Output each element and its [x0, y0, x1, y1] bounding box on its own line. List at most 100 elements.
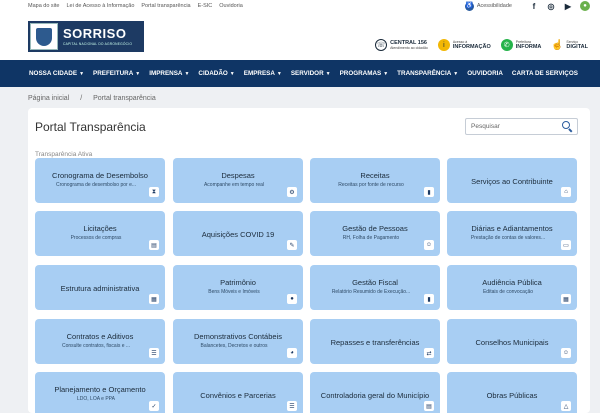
tile-title: Cronograma de Desembolso — [52, 171, 148, 180]
tile-subtitle: Processos de compras — [70, 235, 122, 241]
nav-item-servidor[interactable]: SERVIDOR ▼ — [291, 70, 331, 77]
tile-despesas[interactable]: Despesas Acompanhe em tempo real ⚙ — [173, 158, 303, 203]
logo-name: SORRISO — [63, 26, 127, 41]
nav-item-cidad-o[interactable]: CIDADÃO ▼ — [198, 70, 234, 77]
tile-title: Repasses e transferências — [330, 338, 420, 347]
tile-gestao-de-pessoas[interactable]: Gestão de Pessoas RH, Folha de Pagamento ☺ — [310, 211, 440, 256]
tile-title: Planejamento e Orçamento — [54, 385, 146, 394]
tile-title: Estrutura administrativa — [60, 284, 140, 293]
tile-planejamento-e-orcamento[interactable]: Planejamento e Orçamento LDO, LOA e PPA ✓ — [35, 372, 165, 413]
tile-title: Convênios e Parcerias — [200, 391, 276, 400]
tile-title: Contratos e Aditivos — [66, 332, 134, 341]
nav-item-prefeitura[interactable]: PREFEITURA ▼ — [93, 70, 140, 77]
money-icon: ▭ — [561, 240, 571, 250]
tile-title: Patrimônio — [220, 278, 256, 287]
tile-obras-publicas[interactable]: Obras Públicas △ — [447, 372, 577, 413]
tile-patrimonio[interactable]: Patrimônio Bens Móveis e Imóveis ● — [173, 265, 303, 310]
tile-receitas[interactable]: Receitas Receitas por fonte de recurso ▮ — [310, 158, 440, 203]
top-link-lai[interactable]: Lei de Acesso à Informação — [67, 3, 135, 9]
tile-licitacoes[interactable]: Licitações Processos de compras ▤ — [35, 211, 165, 256]
tile-title: Demonstrativos Contábeis — [194, 332, 282, 341]
tile-subtitle: RH, Folha de Pagamento — [342, 235, 400, 241]
tile-demonstrativos-contabeis[interactable]: Demonstrativos Contábeis Balancetes, Decr… — [173, 319, 303, 364]
tile-convenios-e-parcerias[interactable]: Convênios e Parcerias ☰ — [173, 372, 303, 413]
informa-line2: INFORMA — [515, 44, 542, 50]
top-bar: Mapa do site Lei de Acesso à Informação … — [0, 0, 600, 12]
chevron-down-icon: ▼ — [453, 71, 459, 77]
tile-title: Despesas — [221, 171, 255, 180]
tile-subtitle: Prestação de contas de valores... — [470, 235, 546, 241]
tile-servicos-ao-contribuinte[interactable]: Serviços ao Contribuinte ⌂ — [447, 158, 577, 203]
access-information-link[interactable]: i Acesso à INFORMAÇÃO — [437, 39, 491, 51]
section-label: Transparência Ativa — [35, 151, 93, 158]
accessibility-link[interactable]: ♿ Acessibilidade — [464, 1, 512, 11]
digital-line2: DIGITAL — [566, 44, 588, 50]
tile-title: Conselhos Municipais — [475, 338, 549, 347]
warning-icon: △ — [561, 401, 571, 411]
list-icon: ☰ — [287, 401, 297, 411]
nav-item-label: PREFEITURA — [93, 70, 134, 77]
top-link-sitemap[interactable]: Mapa do site — [28, 3, 60, 9]
tile-title: Serviços ao Contribuinte — [471, 177, 553, 186]
chevron-down-icon: ▼ — [229, 71, 235, 77]
hourglass-icon: ⧗ — [149, 187, 159, 197]
nav-item-label: TRANSPARÊNCIA — [397, 70, 452, 77]
accessibility-icon: ♿ — [464, 1, 474, 11]
digital-service-link[interactable]: ☝ Serviço DIGITAL — [551, 39, 588, 51]
tile-subtitle: LDO, LOA e PPA — [77, 396, 115, 402]
nav-item-imprensa[interactable]: IMPRENSA ▼ — [149, 70, 189, 77]
top-link-esic[interactable]: E-SIC — [198, 3, 213, 9]
tile-diarias-e-adiantamentos[interactable]: Diárias e Adiantamentos Prestação de cont… — [447, 211, 577, 256]
tile-title: Audiência Pública — [482, 278, 542, 287]
tile-aquisicoes-covid-19[interactable]: Aquisições COVID 19 ✎ — [173, 211, 303, 256]
chevron-down-icon: ▼ — [184, 71, 190, 77]
search-icon[interactable] — [562, 121, 572, 131]
tile-audiencia-publica[interactable]: Audiência Pública Editais de convocação ▦ — [447, 265, 577, 310]
top-link-ouvidoria[interactable]: Ouvidoria — [219, 3, 243, 9]
nav-item-programas[interactable]: PROGRAMAS ▼ — [340, 70, 389, 77]
microphone-icon: ● — [287, 294, 297, 304]
site-logo[interactable]: SORRISO CAPITAL NACIONAL DO AGRONEGÓCIO — [28, 21, 144, 52]
tile-subtitle: Receitas por fonte de recurso — [338, 182, 404, 188]
tile-title: Diárias e Adiantamentos — [471, 224, 553, 233]
nav-item-empresa[interactable]: EMPRESA ▼ — [244, 70, 282, 77]
whatsapp-icon: ✆ — [500, 39, 513, 51]
tile-contratos-e-aditivos[interactable]: Contratos e Aditivos Consulte contratos, … — [35, 319, 165, 364]
search-placeholder: Pesquisar — [471, 123, 500, 130]
nav-item-carta-de-servi-os[interactable]: CARTA DE SERVIÇOS — [512, 70, 578, 77]
nav-item-label: CIDADÃO — [198, 70, 228, 77]
tile-estrutura-administrativa[interactable]: Estrutura administrativa ▦ — [35, 265, 165, 310]
chevron-down-icon: ▼ — [383, 71, 389, 77]
report-icon: ▤ — [424, 401, 434, 411]
instagram-icon[interactable]: ◎ — [546, 1, 556, 11]
phone-icon: ☏ — [375, 39, 388, 51]
tile-subtitle: Consulte contratos, fiscais e ... — [61, 343, 131, 349]
breadcrumb-home[interactable]: Página inicial — [28, 95, 69, 102]
tile-controladoria-geral-do-municipio[interactable]: Controladoria geral do Município ▤ — [310, 372, 440, 413]
top-link-transparency[interactable]: Portal transparência — [141, 3, 190, 9]
search-input[interactable]: Pesquisar — [465, 118, 578, 135]
tile-cronograma-de-desembolso[interactable]: Cronograma de Desembolso Cronograma de de… — [35, 158, 165, 203]
nav-item-transpar-ncia[interactable]: TRANSPARÊNCIA ▼ — [397, 70, 458, 77]
facebook-icon[interactable]: f — [529, 1, 539, 11]
tile-repasses-e-transferencias[interactable]: Repasses e transferências ⇄ — [310, 319, 440, 364]
nav-item-nossa-cidade[interactable]: NOSSA CIDADE ▼ — [29, 70, 84, 77]
central-156-link[interactable]: ☏ CENTRAL 156 Atendimento ao cidadão — [375, 39, 428, 51]
tile-title: Obras Públicas — [486, 391, 538, 400]
app-icon[interactable]: ● — [580, 1, 590, 11]
pie-chart-icon: ◕ — [287, 348, 297, 358]
tile-subtitle: Bens Móveis e Imóveis — [208, 289, 260, 295]
tile-subtitle: Balancetes, Decretos e outros — [200, 343, 268, 349]
expenses-icon: ⚙ — [287, 187, 297, 197]
youtube-icon[interactable]: ▶ — [563, 1, 573, 11]
tile-conselhos-municipais[interactable]: Conselhos Municipais ☺ — [447, 319, 577, 364]
nav-item-ouvidoria[interactable]: OUVIDORIA — [467, 70, 503, 77]
tile-title: Gestão de Pessoas — [342, 224, 408, 233]
bar-chart-icon: ▮ — [424, 294, 434, 304]
building-icon: ⌂ — [561, 187, 571, 197]
crest-icon — [30, 23, 58, 50]
tile-subtitle: Acompanhe em tempo real — [203, 182, 265, 188]
tile-gestao-fiscal[interactable]: Gestão Fiscal Relatório Resumido de Execu… — [310, 265, 440, 310]
tile-title: Licitações — [83, 224, 117, 233]
prefeitura-informa-link[interactable]: ✆ Prefeitura INFORMA — [500, 39, 542, 51]
